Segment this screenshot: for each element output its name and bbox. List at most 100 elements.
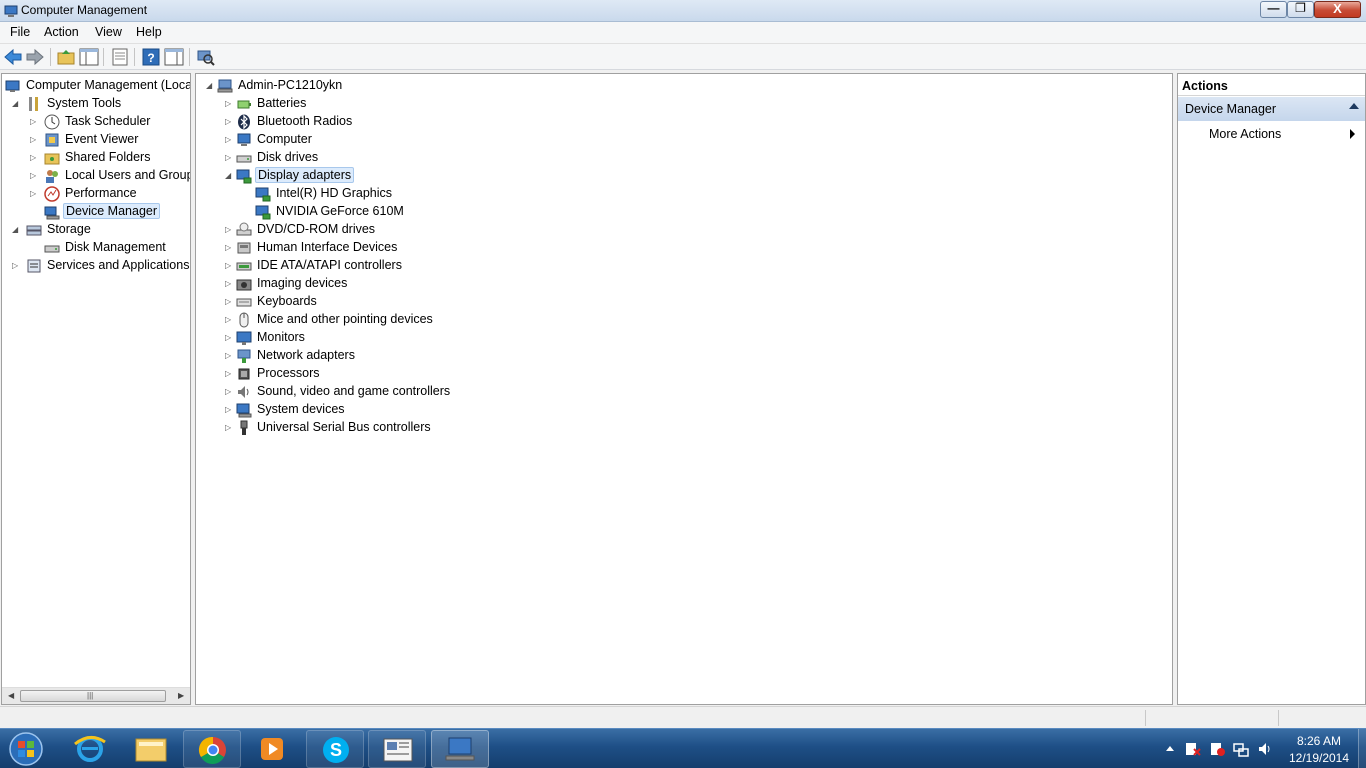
taskbar-chrome[interactable]	[183, 730, 241, 768]
expand-icon[interactable]: ▷	[225, 279, 233, 288]
device-tree-root[interactable]: ◢ Admin-PC1210ykn	[196, 77, 1172, 95]
device-tree-pane[interactable]: ◢ Admin-PC1210ykn ▷ Batteries ▷ Bluetooth Rad…	[195, 73, 1173, 705]
scroll-thumb[interactable]: |||	[20, 690, 166, 702]
device-category-processors[interactable]: ▷ Processors	[196, 365, 1172, 383]
tree-item-disk-management[interactable]: Disk Management	[2, 239, 190, 257]
collapse-icon[interactable]: ◢	[225, 171, 233, 180]
expand-icon[interactable]: ▷	[225, 423, 233, 432]
back-arrow-icon[interactable]	[3, 47, 23, 67]
actions-section-device-manager[interactable]: Device Manager	[1178, 97, 1365, 121]
expand-icon[interactable]: ▷	[225, 243, 233, 252]
maximize-button[interactable]: ❐	[1287, 1, 1314, 18]
device-category-ide-ata-atapi-controllers[interactable]: ▷ IDE ATA/ATAPI controllers	[196, 257, 1172, 275]
taskbar-internet-explorer[interactable]	[61, 730, 119, 768]
expand-icon[interactable]: ▷	[225, 135, 233, 144]
up-folder-icon[interactable]	[56, 47, 76, 67]
device-category-dvd-cd-rom-drives[interactable]: ▷ DVD/CD-ROM drives	[196, 221, 1172, 239]
expand-icon[interactable]: ▷	[30, 117, 38, 126]
device-category-mice-and-other-pointing-devices[interactable]: ▷ Mice and other pointing devices	[196, 311, 1172, 329]
security-icon[interactable]	[1209, 741, 1225, 757]
device-category-network-adapters[interactable]: ▷ Network adapters	[196, 347, 1172, 365]
device-category-display-adapters[interactable]: ◢ Display adapters	[196, 167, 1172, 185]
clock-time[interactable]: 8:26 AM	[1284, 734, 1354, 748]
expand-icon[interactable]: ▷	[30, 153, 38, 162]
device-item-intel-r-hd-graphics[interactable]: Intel(R) HD Graphics	[196, 185, 1172, 203]
expand-icon[interactable]: ▷	[225, 297, 233, 306]
expand-icon[interactable]: ▷	[12, 261, 20, 270]
forward-arrow-icon[interactable]	[25, 47, 45, 67]
device-category-universal-serial-bus-controllers[interactable]: ▷ Universal Serial Bus controllers	[196, 419, 1172, 437]
tree-item-performance[interactable]: ▷ Performance	[2, 185, 190, 203]
show-hidden-icons-icon[interactable]	[1162, 741, 1178, 757]
collapse-up-icon[interactable]	[1349, 103, 1359, 109]
collapse-icon[interactable]: ◢	[12, 99, 20, 108]
menu-view[interactable]: View	[95, 25, 122, 39]
menu-action[interactable]: Action	[44, 25, 79, 39]
console-tree-pane[interactable]: Computer Management (Local ◢ System Tools ▷…	[1, 73, 191, 705]
close-button[interactable]: X	[1314, 1, 1361, 18]
volume-icon[interactable]	[1257, 741, 1273, 757]
device-category-keyboards[interactable]: ▷ Keyboards	[196, 293, 1172, 311]
tree-item-event-viewer[interactable]: ▷ Event Viewer	[2, 131, 190, 149]
device-category-human-interface-devices[interactable]: ▷ Human Interface Devices	[196, 239, 1172, 257]
device-category-sound-video-and-game-controllers[interactable]: ▷ Sound, video and game controllers	[196, 383, 1172, 401]
show-action-pane-icon[interactable]	[164, 47, 184, 67]
tree-item-shared-folders[interactable]: ▷ Shared Folders	[2, 149, 190, 167]
device-category-computer[interactable]: ▷ Computer	[196, 131, 1172, 149]
expand-icon[interactable]: ▷	[225, 225, 233, 234]
expand-icon[interactable]: ▷	[225, 99, 233, 108]
expand-icon[interactable]: ▷	[225, 315, 233, 324]
scan-hardware-icon[interactable]	[195, 47, 215, 67]
device-category-imaging-devices[interactable]: ▷ Imaging devices	[196, 275, 1172, 293]
expand-icon[interactable]: ▷	[225, 117, 233, 126]
device-category-bluetooth-radios[interactable]: ▷ Bluetooth Radios	[196, 113, 1172, 131]
expand-icon[interactable]: ▷	[225, 369, 233, 378]
expand-icon[interactable]: ▷	[30, 171, 38, 180]
taskbar-skype[interactable]: S	[306, 730, 364, 768]
taskbar-media-player[interactable]	[244, 730, 302, 768]
expand-icon[interactable]: ▷	[225, 333, 233, 342]
action-center-icon[interactable]	[1185, 741, 1201, 757]
collapse-icon[interactable]: ◢	[206, 81, 214, 90]
tree-item-task-scheduler[interactable]: ▷ Task Scheduler	[2, 113, 190, 131]
device-category-disk-drives[interactable]: ▷ Disk drives	[196, 149, 1172, 167]
network-icon[interactable]	[1233, 741, 1249, 757]
device-category-monitors[interactable]: ▷ Monitors	[196, 329, 1172, 347]
minimize-button[interactable]: —	[1260, 1, 1287, 18]
show-hide-tree-icon[interactable]	[79, 47, 99, 67]
tree-item-storage[interactable]: ◢ Storage	[2, 221, 190, 239]
expand-icon[interactable]: ▷	[30, 135, 38, 144]
scroll-left-icon[interactable]: ◀	[8, 691, 14, 700]
tree-item-services-and-applications[interactable]: ▷ Services and Applications	[2, 257, 190, 275]
tree-item-computer-management-local[interactable]: Computer Management (Local	[2, 77, 190, 95]
device-category-batteries[interactable]: ▷ Batteries	[196, 95, 1172, 113]
taskbar-computer-management[interactable]	[431, 730, 489, 768]
menu-file[interactable]: File	[10, 25, 30, 39]
expand-icon[interactable]: ▷	[225, 405, 233, 414]
start-button[interactable]	[4, 730, 48, 768]
tree-item-device-manager[interactable]: Device Manager	[2, 203, 190, 221]
show-desktop-button[interactable]	[1358, 729, 1366, 768]
device-item-nvidia-geforce-610m[interactable]: NVIDIA GeForce 610M	[196, 203, 1172, 221]
taskbar-file-explorer[interactable]	[122, 730, 180, 768]
tree-item-system-tools[interactable]: ◢ System Tools	[2, 95, 190, 113]
scroll-right-icon[interactable]: ▶	[178, 691, 184, 700]
expand-icon[interactable]: ▷	[225, 261, 233, 270]
clock-date[interactable]: 12/19/2014	[1284, 751, 1354, 765]
more-actions-link[interactable]: More Actions	[1209, 127, 1281, 141]
expand-icon[interactable]: ▷	[225, 351, 233, 360]
local-users-icon	[44, 168, 60, 184]
properties-icon[interactable]	[110, 47, 130, 67]
close-icon: X	[1333, 1, 1342, 16]
collapse-icon[interactable]: ◢	[12, 225, 20, 234]
expand-icon[interactable]: ▷	[225, 387, 233, 396]
menu-help[interactable]: Help	[136, 25, 162, 39]
expand-icon[interactable]: ▷	[225, 153, 233, 162]
device-category-system-devices[interactable]: ▷ System devices	[196, 401, 1172, 419]
tree-item-local-users-and-groups[interactable]: ▷ Local Users and Groups	[2, 167, 190, 185]
expand-icon[interactable]: ▷	[30, 189, 38, 198]
horizontal-scrollbar[interactable]: ◀ ||| ▶	[2, 687, 190, 704]
toolbar-separator	[103, 48, 104, 66]
taskbar-news-app[interactable]	[368, 730, 426, 768]
help-icon[interactable]: ?	[141, 47, 161, 67]
